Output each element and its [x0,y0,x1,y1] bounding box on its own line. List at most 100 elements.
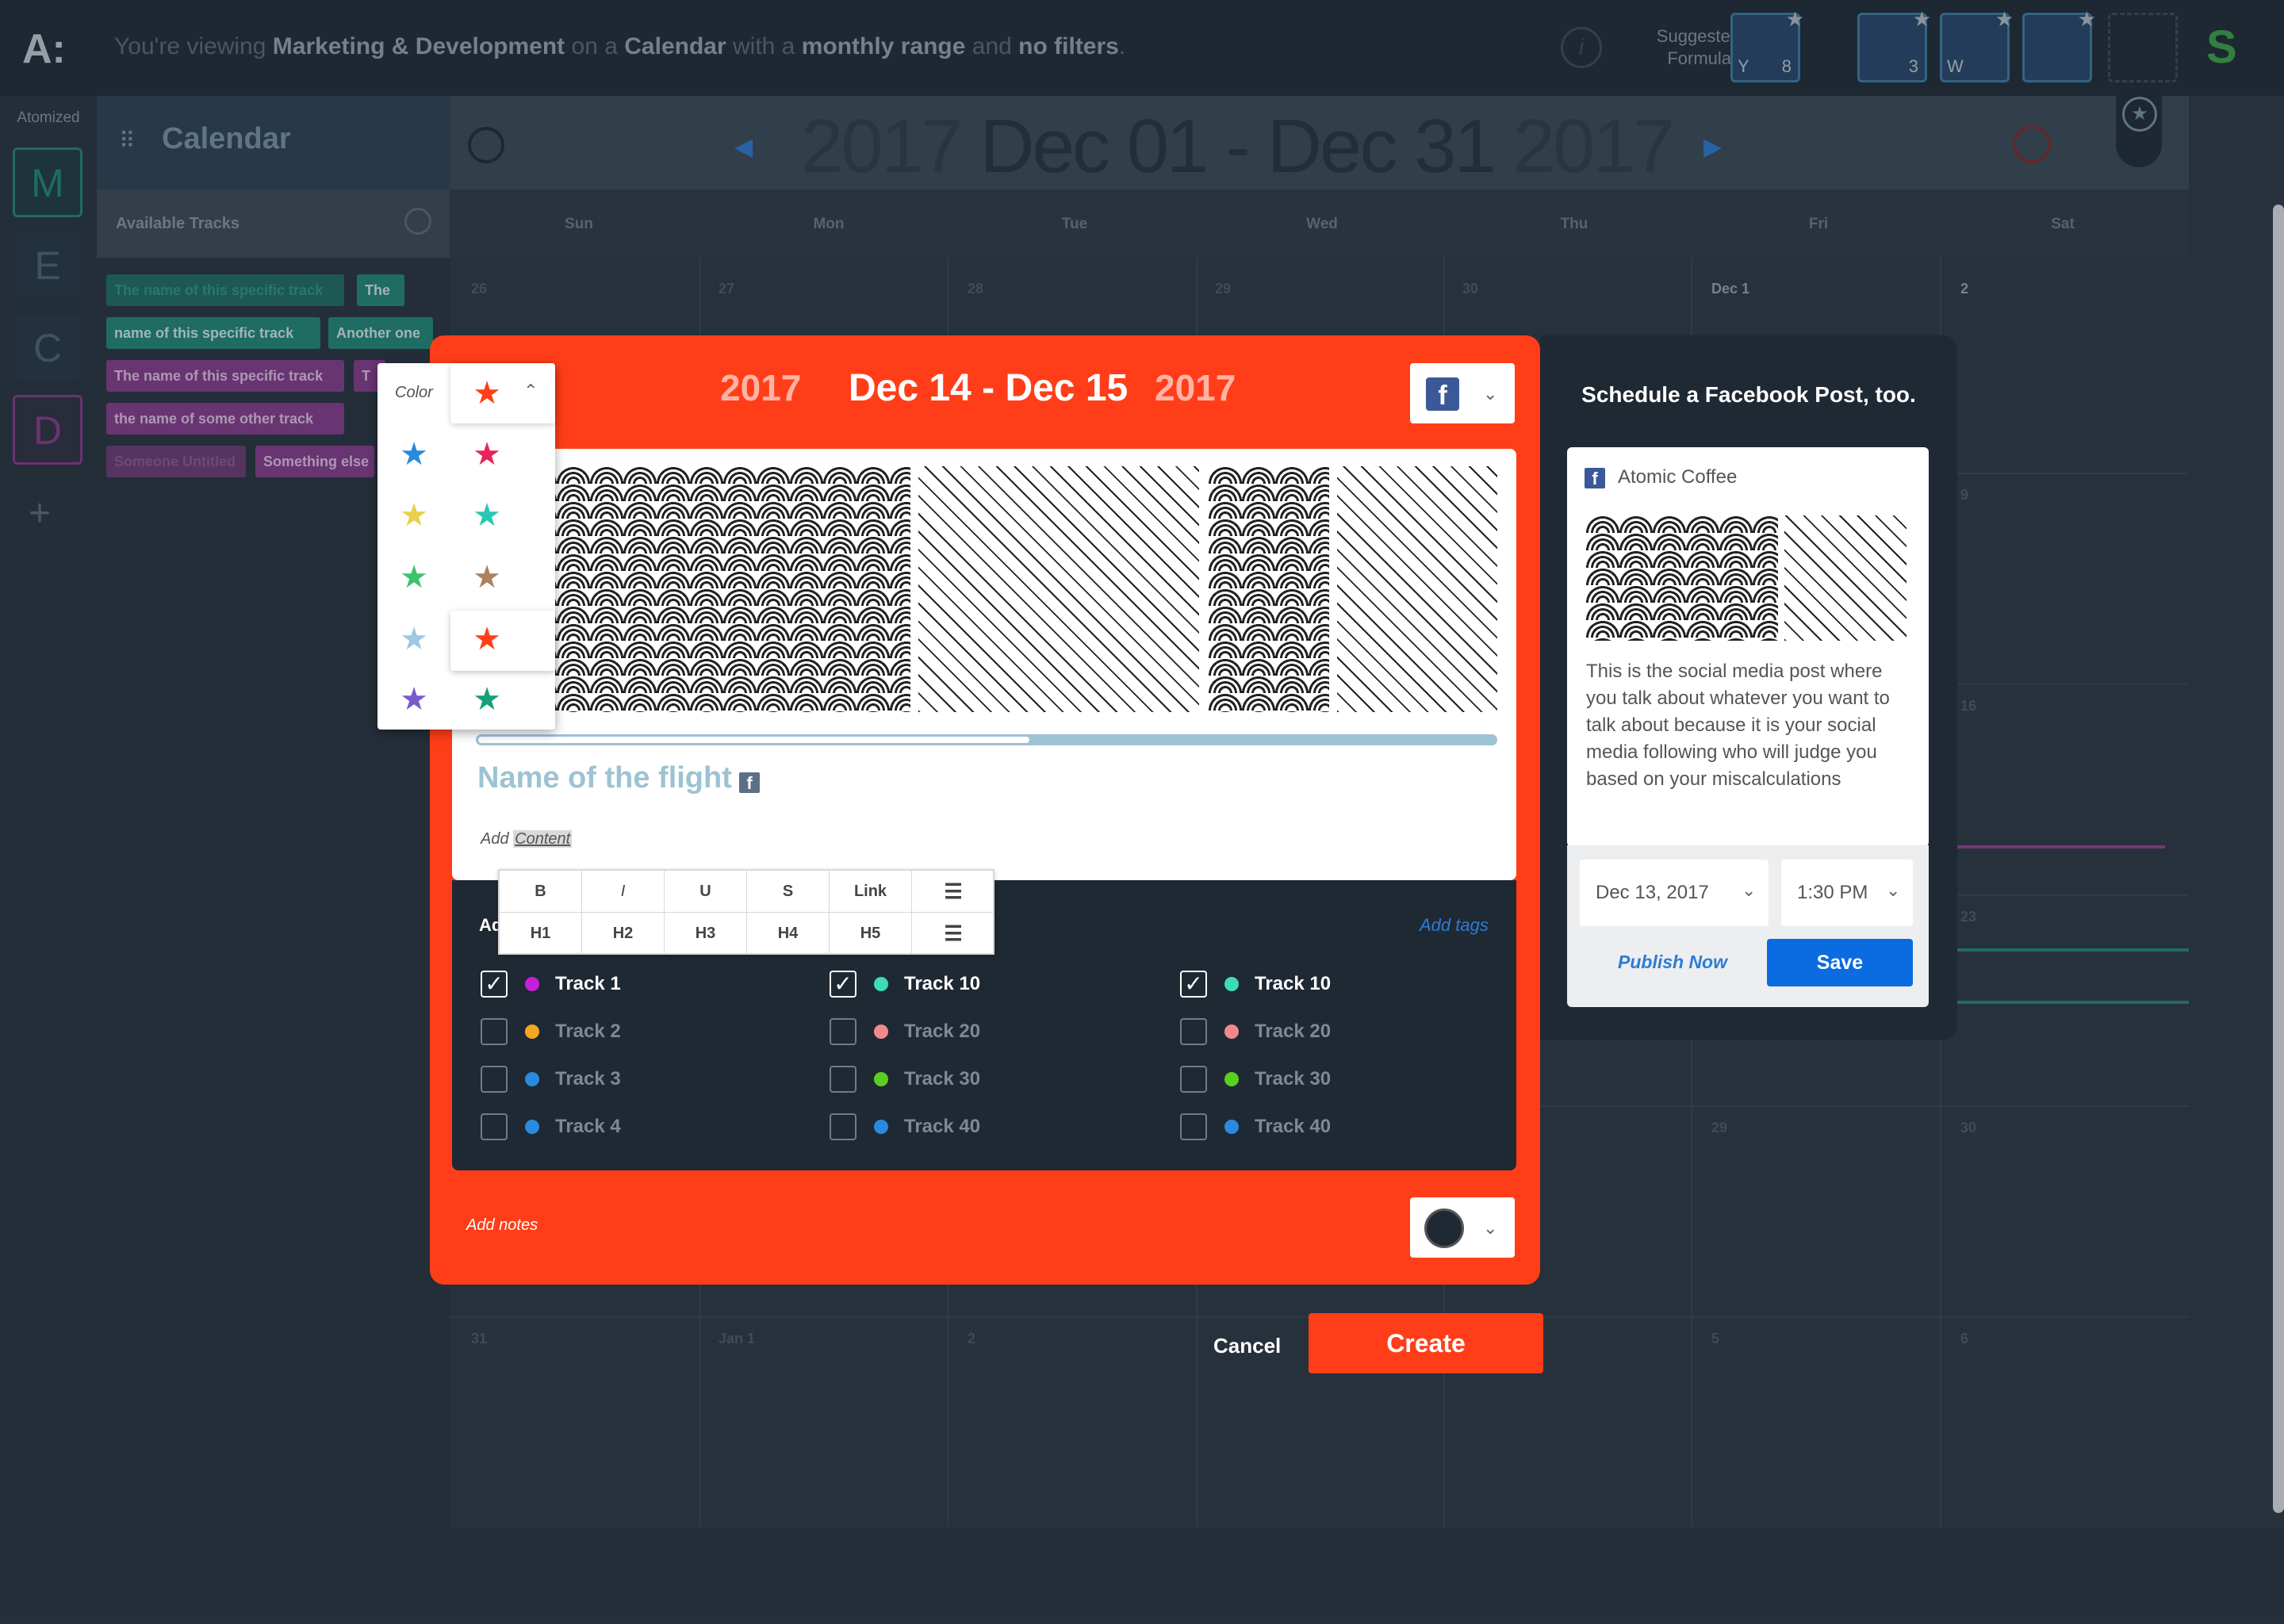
next-range-arrow[interactable]: ▶ [1703,133,1722,161]
track-label[interactable]: Track 20 [1255,1021,1331,1043]
track-checkbox[interactable]: ✓ [1180,971,1207,998]
create-button[interactable]: Create [1309,1313,1543,1373]
modal-year-start[interactable]: 2017 [720,366,801,409]
color-star-icon[interactable]: ★ [390,492,438,539]
h3-button[interactable]: H3 [665,913,747,955]
list-bullets-icon[interactable]: ☰ [912,871,994,913]
track-chip[interactable]: name of this specific track [106,317,320,349]
h4-button[interactable]: H4 [747,913,830,955]
prev-range-arrow[interactable]: ◀ [734,133,753,161]
view-type[interactable]: Calendar [624,33,726,59]
track-label[interactable]: Track 10 [1255,973,1331,995]
post-image[interactable] [1586,515,1778,641]
flight-name-input[interactable]: Name of the flight [477,761,732,795]
track-label[interactable]: Track 4 [555,1116,621,1138]
track-chip[interactable]: The [357,274,404,306]
track-checkbox[interactable] [1180,1018,1207,1045]
track-label[interactable]: Track 40 [904,1116,980,1138]
post-date-select[interactable]: Dec 13, 2017 [1580,860,1769,926]
track-checkbox[interactable] [830,1066,856,1093]
workspace-tile-m[interactable]: M [13,147,82,217]
h5-button[interactable]: H5 [830,913,912,955]
media-thumbnail[interactable] [1337,466,1497,712]
media-thumbnail[interactable] [918,466,1199,712]
publish-now-button[interactable]: Publish Now [1618,952,1727,973]
track-checkbox[interactable]: ✓ [481,971,508,998]
view-filters[interactable]: no filters [1018,33,1119,59]
color-star-icon[interactable]: ★ [463,676,511,723]
link-button[interactable]: Link [830,871,912,913]
scrollbar[interactable] [2273,205,2284,1513]
track-checkbox[interactable] [1180,1113,1207,1140]
track-label[interactable]: Track 30 [1255,1068,1331,1090]
italic-button[interactable]: I [582,871,665,913]
formula-weekly[interactable]: ★ W [1940,7,2014,82]
media-thumbnail[interactable] [1209,466,1329,712]
h2-button[interactable]: H2 [582,913,665,955]
track-checkbox[interactable]: ✓ [830,971,856,998]
track-chip[interactable]: the name of some other track [106,403,344,435]
track-label[interactable]: Track 40 [1255,1116,1331,1138]
target-icon[interactable] [2013,125,2051,163]
workspace-tile-e[interactable]: E [13,230,82,300]
history-icon[interactable] [468,127,504,163]
track-checkbox[interactable] [481,1066,508,1093]
track-label[interactable]: Track 1 [555,973,621,995]
workspace-tile-c[interactable]: C [13,312,82,382]
track-chip[interactable]: The name of this specific track [106,360,344,392]
track-checkbox[interactable] [830,1113,856,1140]
workspace-tile-d[interactable]: D [13,395,82,465]
info-icon[interactable]: i [1561,27,1602,68]
list-lines-icon[interactable]: ☰ [912,913,994,955]
media-thumbnail[interactable] [523,466,910,712]
view-team[interactable]: Marketing & Development [273,33,565,59]
track-checkbox[interactable] [1180,1066,1207,1093]
track-chip[interactable]: The name of this specific track [106,274,344,306]
formula-yearly[interactable]: ★ Y 8 [1730,7,1804,82]
add-content-field[interactable]: Add Content [481,830,573,848]
add-notes-link[interactable]: Add notes [466,1216,538,1235]
save-button[interactable]: Save [1767,939,1913,986]
color-star-icon[interactable]: ★ [463,553,511,601]
track-checkbox[interactable] [481,1018,508,1045]
track-checkbox[interactable] [481,1113,508,1140]
color-star-icon[interactable]: ★ [390,676,438,723]
view-range[interactable]: monthly range [802,33,966,59]
media-scrollbar-thumb[interactable] [478,737,1029,743]
track-checkbox[interactable] [830,1018,856,1045]
h1-button[interactable]: H1 [500,913,582,955]
add-workspace-icon[interactable]: + [29,492,51,535]
add-content-selected[interactable]: Content [513,830,573,848]
track-label[interactable]: Track 20 [904,1021,980,1043]
brand-icon[interactable]: S [2206,24,2254,71]
color-star-icon[interactable]: ★ [463,492,511,539]
color-star-icon[interactable]: ★ [463,431,511,478]
strikethrough-button[interactable]: S [747,871,830,913]
star-badge-icon[interactable]: ★ [2122,97,2157,132]
track-label[interactable]: Track 30 [904,1068,980,1090]
modal-year-end[interactable]: 2017 [1155,366,1236,409]
track-label[interactable]: Track 2 [555,1021,621,1043]
cancel-button[interactable]: Cancel [1213,1334,1281,1358]
grid-icon[interactable]: ⠿ [119,128,144,154]
bold-button[interactable]: B [500,871,582,913]
post-image[interactable] [1784,515,1907,641]
formula-empty-slot[interactable] [2108,13,2178,82]
color-star-icon[interactable]: ★ [463,615,511,663]
track-bar[interactable] [1951,1001,2189,1004]
track-label[interactable]: Track 3 [555,1068,621,1090]
formula-count[interactable]: ★ 3 [1857,7,1931,82]
add-tags-link[interactable]: Add tags [1420,915,1489,936]
modal-dates[interactable]: Dec 14 - Dec 15 [849,366,1128,410]
search-icon[interactable] [404,208,431,235]
color-star-icon[interactable]: ★ [390,431,438,478]
underline-button[interactable]: U [665,871,747,913]
track-bar[interactable] [1951,845,2165,848]
track-chip[interactable]: Another one [328,317,433,349]
track-chip[interactable]: Something else [255,446,374,477]
facebook-post-text[interactable]: This is the social media post where you … [1586,658,1911,793]
color-star-icon[interactable]: ★ [390,615,438,663]
track-bar[interactable] [1951,948,2189,952]
color-star-icon[interactable]: ★ [390,553,438,601]
formula-custom[interactable]: ★ [2022,7,2096,82]
